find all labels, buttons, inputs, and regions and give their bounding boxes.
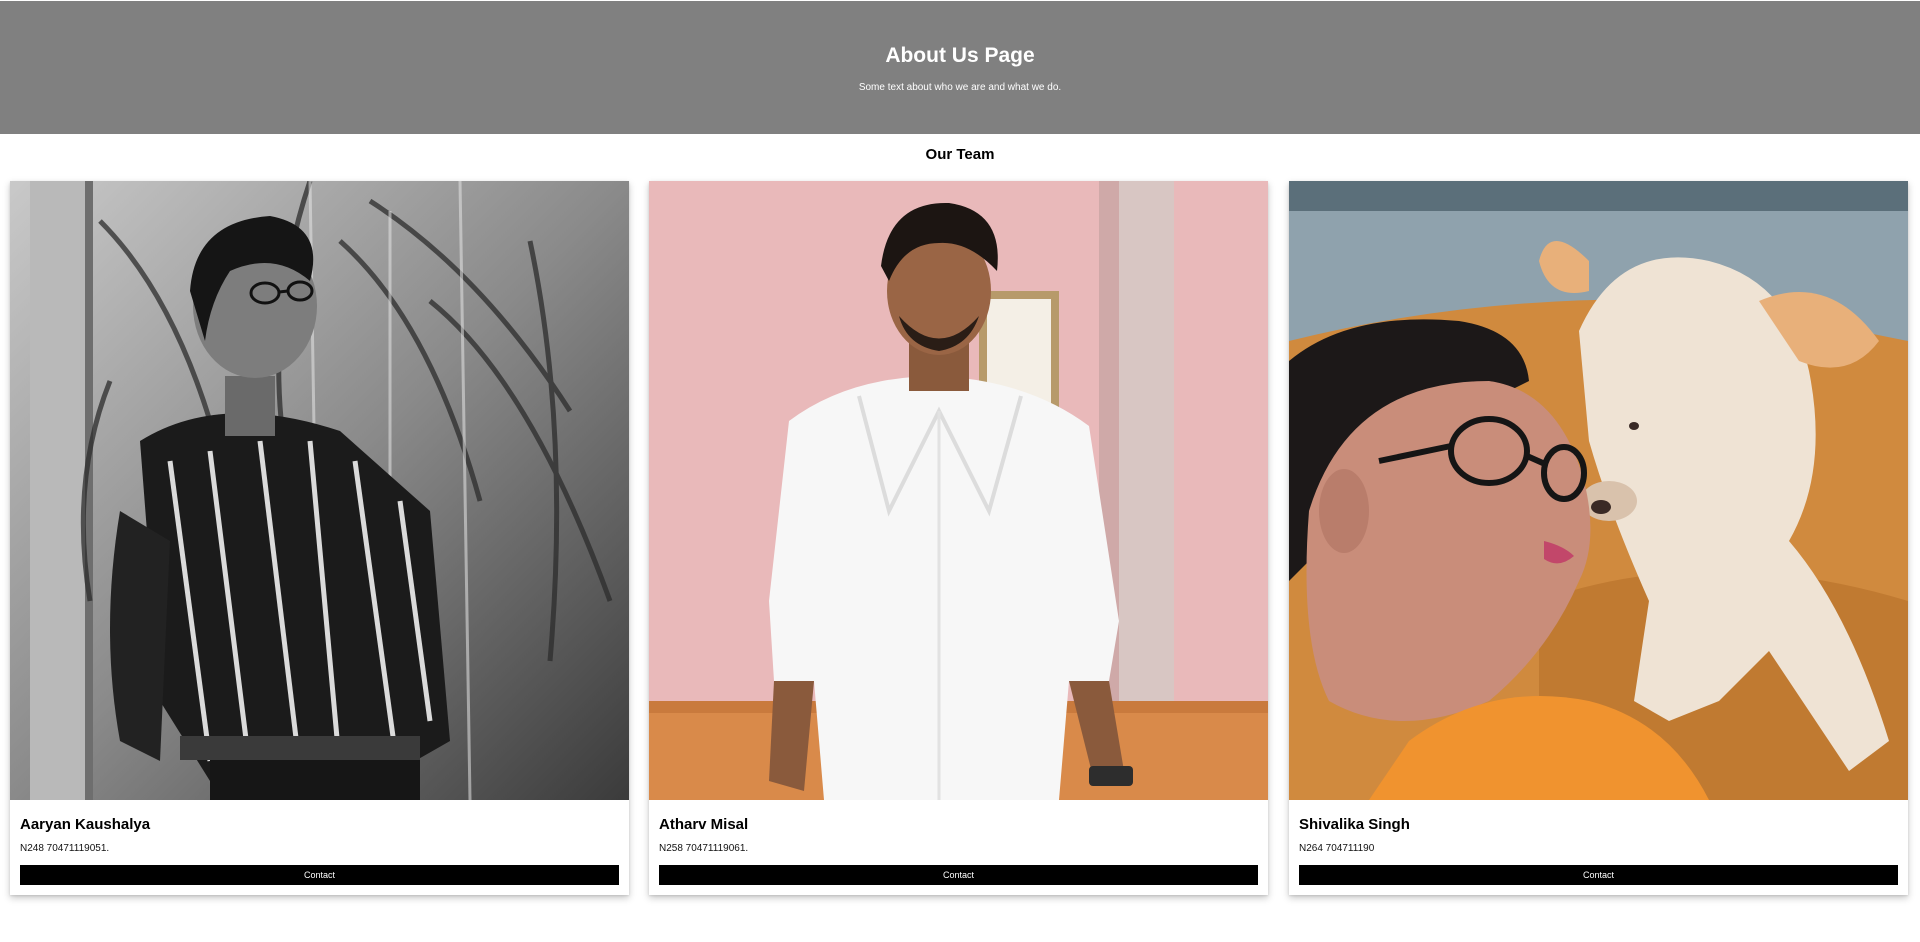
member-photo — [649, 181, 1268, 800]
contact-button[interactable]: Contact — [20, 865, 619, 885]
page-header: About Us Page Some text about who we are… — [0, 1, 1920, 134]
person-photo-icon — [10, 181, 629, 800]
member-phone: N248 70471119051. — [20, 843, 110, 854]
team-card: Aaryan Kaushalya N248 70471119051. Conta… — [10, 181, 629, 895]
team-section-title: Our Team — [925, 146, 995, 163]
member-name: Aaryan Kaushalya — [20, 816, 151, 833]
team-card: Atharv Misal N258 70471119061. Contact — [649, 181, 1268, 895]
member-phone: N258 70471119061. — [659, 843, 749, 854]
member-name: Shivalika Singh — [1299, 816, 1410, 833]
person-photo-icon — [649, 181, 1268, 800]
member-photo — [1289, 181, 1908, 800]
page-subtitle: Some text about who we are and what we d… — [858, 82, 1062, 93]
member-phone: N264 704711190 — [1299, 843, 1375, 854]
contact-button[interactable]: Contact — [1299, 865, 1898, 885]
person-with-dog-photo-icon — [1289, 181, 1908, 800]
page-title: About Us Page — [885, 44, 1035, 67]
member-photo — [10, 181, 629, 800]
member-name: Atharv Misal — [659, 816, 749, 833]
contact-button[interactable]: Contact — [659, 865, 1258, 885]
team-card: Shivalika Singh N264 704711190 Contact — [1289, 181, 1908, 895]
